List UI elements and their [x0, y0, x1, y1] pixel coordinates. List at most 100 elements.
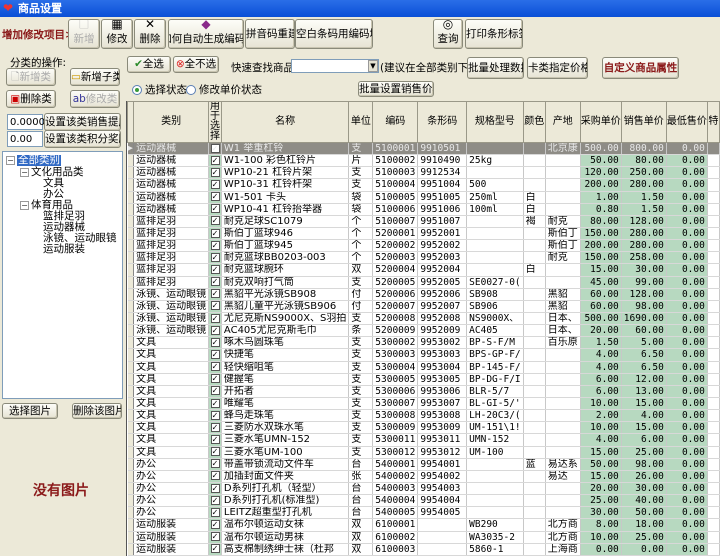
checkbox[interactable]: ✓ [210, 459, 220, 469]
table-row[interactable]: 办公 ✓ 带盖带锁流动文件车台 5400001 9954001 蓝易达系 50.00 98.0… [127, 458, 720, 471]
select-checkbox-cell[interactable]: ✓ [208, 178, 222, 192]
select-checkbox-cell[interactable]: ✓ [208, 191, 222, 204]
pinyin-rebuild-button[interactable]: 拼音码重建 [245, 19, 295, 49]
select-checkbox-cell[interactable]: ✓ [208, 482, 222, 496]
product-grid[interactable]: 类别 用于选择 名称 单位 编码 条形码 规格型号 颜色 产地 采购单价 销售单价 最低售价特 ▶ 运动… [126, 101, 720, 556]
table-row[interactable]: 运动服装 ✓ 高支棉制绣绅士袜（杜邦双 6100003 5860-1 上海商 0.00 0.0… [127, 543, 720, 556]
checkbox[interactable]: ✓ [210, 483, 220, 493]
checkbox[interactable]: ✓ [210, 301, 220, 311]
chevron-down-icon[interactable]: ▼ [368, 60, 378, 72]
checkbox[interactable]: ✓ [210, 422, 220, 432]
add-subcategory-button[interactable]: ▭新增子类 [70, 68, 120, 86]
select-checkbox-cell[interactable]: ✓ [208, 276, 222, 289]
checkbox[interactable]: ✓ [210, 252, 220, 262]
checkbox[interactable]: ✓ [210, 362, 220, 372]
checkbox[interactable]: ✓ [210, 434, 220, 444]
batch-set-price-button[interactable]: 批量设置销售价格 [358, 81, 434, 97]
search-combobox[interactable] [291, 59, 379, 73]
modify-category-button[interactable]: ab修改类 [70, 90, 120, 108]
print-label-button[interactable]: 打印条形标签 [465, 19, 523, 49]
select-checkbox-cell[interactable]: ✓ [208, 458, 222, 471]
table-row[interactable]: 文具 ✓ 唯耀笔支 5300007 9953007 BL-GI-5/' 10.00 15.00… [127, 397, 720, 411]
column-header[interactable]: 销售单价 [620, 101, 667, 143]
checkbox[interactable]: ✓ [210, 192, 220, 202]
select-checkbox-cell[interactable]: ✓ [208, 518, 222, 532]
checkbox[interactable]: ✓ [210, 277, 220, 287]
row-indicator[interactable]: ▶ [127, 142, 135, 156]
collapse-icon[interactable]: − [6, 156, 15, 165]
checkbox[interactable]: ✓ [210, 386, 220, 396]
checkbox[interactable]: ✓ [210, 289, 220, 299]
checkbox[interactable]: ✓ [210, 337, 220, 347]
select-checkbox-cell[interactable]: ✓ [208, 288, 222, 301]
table-row[interactable]: 运动服装 ✓ 温布尔顿运动男袜双 6100002 WA3035-2 北方商 10.00 25.… [127, 531, 720, 544]
new-button[interactable]: 🗋 新增 [68, 19, 100, 49]
table-row[interactable]: 文具 ✓ 三菱水笔UM-100 支 5300012 9953012 UM-100 15.00 2… [127, 446, 720, 459]
select-checkbox-cell[interactable]: ✓ [208, 361, 222, 374]
table-row[interactable]: 泳镜、运动眼镜 ✓ 黑貂平光泳镜SB908 付 5200006 9952006 SB908 黑… [127, 288, 720, 301]
custom-attribute-button[interactable]: 自定义商品属性 [602, 57, 679, 79]
column-header[interactable]: 特 [706, 101, 720, 143]
delete-image-button[interactable]: 删除该图片 [72, 403, 122, 419]
select-checkbox-cell[interactable]: ✓ [208, 446, 222, 459]
table-row[interactable]: 文具 ✓ 蜂鸟走珠笔支 5300008 9953008 LH-20C3/(2.00 4.00… [127, 409, 720, 423]
table-row[interactable]: 运动服装 ✓ 温布尔顿运动女袜双 6100001 WB290 北方商 8.00 18.00 0.… [127, 518, 720, 532]
commission-input[interactable]: 0.0000 [7, 114, 45, 130]
checkbox[interactable]: ✓ [210, 216, 220, 226]
select-checkbox-cell[interactable]: ✓ [208, 373, 222, 386]
select-checkbox-cell[interactable]: ✓ [208, 531, 222, 544]
fill-barcode-button[interactable]: 空白条码用编码填入 [295, 19, 373, 49]
select-image-button[interactable]: 选择图片 [2, 403, 58, 419]
table-row[interactable]: 文具 ✓ 轻快缩咀笔支 5300004 9953004 BP-145-F/4.00 6.50… [127, 361, 720, 374]
select-checkbox-cell[interactable]: ✓ [208, 300, 222, 313]
points-input[interactable]: 0.00 [7, 131, 43, 147]
select-checkbox-cell[interactable]: ✓ [208, 421, 222, 435]
table-row[interactable]: 办公 ✓ D系列打孔机(标准型) 台 5400004 9954004 25.00 40.00 0… [127, 494, 720, 508]
select-checkbox-cell[interactable]: ✓ [208, 215, 222, 228]
checkbox[interactable]: ✓ [210, 228, 220, 238]
select-checkbox-cell[interactable]: ✓ [208, 227, 222, 241]
checkbox[interactable]: ✓ [210, 179, 220, 189]
table-row[interactable]: 运动器械 ✓ W1-501 卡头袋 5100005 9951005 250ml 白 1.00 1… [127, 191, 720, 204]
collapse-icon[interactable]: − [20, 168, 29, 177]
table-row[interactable]: 篮排足羽 ✓ 耐克双响打气筒支 5200005 9952005 SE0027-0(45.0… [127, 276, 720, 289]
select-checkbox-cell[interactable]: ✓ [208, 348, 222, 362]
select-checkbox-cell[interactable]: ✓ [208, 166, 222, 180]
table-row[interactable]: 篮排足羽 ✓ 耐克篮球腕环双 5200004 9952004 白 15.00 30.00 0.0… [127, 263, 720, 277]
checkbox[interactable]: ✓ [210, 204, 220, 214]
select-checkbox-cell[interactable]: ✓ [208, 506, 222, 520]
table-row[interactable]: 泳镜、运动眼镜 ✓ 黑貂儿童平光泳镜SB906 付 5200007 9952007 SB90… [127, 300, 720, 313]
column-header[interactable]: 名称 [220, 101, 350, 143]
table-row[interactable]: 文具 ✓ 快捷笔支 5300003 9953003 BPS-GP-F/4.00 6.50 0.… [127, 348, 720, 362]
column-header[interactable]: 产地 [544, 101, 581, 143]
mode-select-radio[interactable]: 选择状态 [132, 82, 187, 97]
checkbox[interactable]: ✓ [210, 410, 220, 420]
table-row[interactable]: 运动器械 ✓ W1-100 彩色杠铃片片 5100002 9910490 25kg 50.0… [127, 154, 720, 168]
select-checkbox-cell[interactable]: ✓ [208, 494, 222, 508]
table-row[interactable]: 文具 ✓ 健握笔支 5300005 9953005 BP-DG-F/I 6.00 12.00 0… [127, 373, 720, 386]
set-commission-button[interactable]: 设置该类销售提成 [44, 113, 121, 131]
set-points-button[interactable]: 设置该类积分奖励 [44, 130, 121, 148]
checkbox[interactable]: ✓ [210, 398, 220, 408]
table-row[interactable]: 运动器械 ✓ WP10-31 杠铃杆架支 5100004 9951004 500 200.0… [127, 178, 720, 192]
select-checkbox-cell[interactable]: ✓ [208, 239, 222, 253]
checkbox[interactable]: ✓ [210, 447, 220, 457]
table-row[interactable]: 泳镜、运动眼镜 ✓ AC405尤尼克斯毛巾条 5200009 9952009 AC405 日… [127, 324, 720, 338]
select-checkbox-cell[interactable]: ✓ [208, 154, 222, 168]
delete-button[interactable]: ✕ 删除 [134, 19, 166, 49]
table-row[interactable]: 运动器械 ✓ WP10-21 杠铃片架支 5100003 9912534 120.00 25… [127, 166, 720, 180]
edit-button[interactable]: ▦ 修改 [101, 19, 133, 49]
table-row[interactable]: 文具 ✓ 啄木鸟圆珠笔支 5300002 9953002 BP-S-F/M 百乐原 1.50 5… [127, 336, 720, 350]
tree-node-sportswear[interactable]: 运动服装 [43, 244, 85, 255]
column-header[interactable]: 单位 [348, 101, 374, 143]
select-checkbox-cell[interactable]: ✓ [208, 263, 222, 277]
mode-edit-price-radio[interactable]: 修改单价状态 [186, 82, 262, 97]
checkbox[interactable]: ✓ [210, 240, 220, 250]
table-row[interactable]: 篮排足羽 ✓ 斯伯丁篮球946 个 5200001 9952001 斯伯丁 150.00 280… [127, 227, 720, 241]
checkbox[interactable]: ✓ [210, 374, 220, 384]
query-button[interactable]: ◎ 查询 [433, 19, 463, 49]
column-header[interactable]: 用于选择 [208, 101, 222, 143]
select-checkbox-cell[interactable]: ✓ [208, 433, 222, 447]
checkbox[interactable]: ✓ [210, 313, 220, 323]
checkbox[interactable]: ✓ [210, 155, 220, 165]
